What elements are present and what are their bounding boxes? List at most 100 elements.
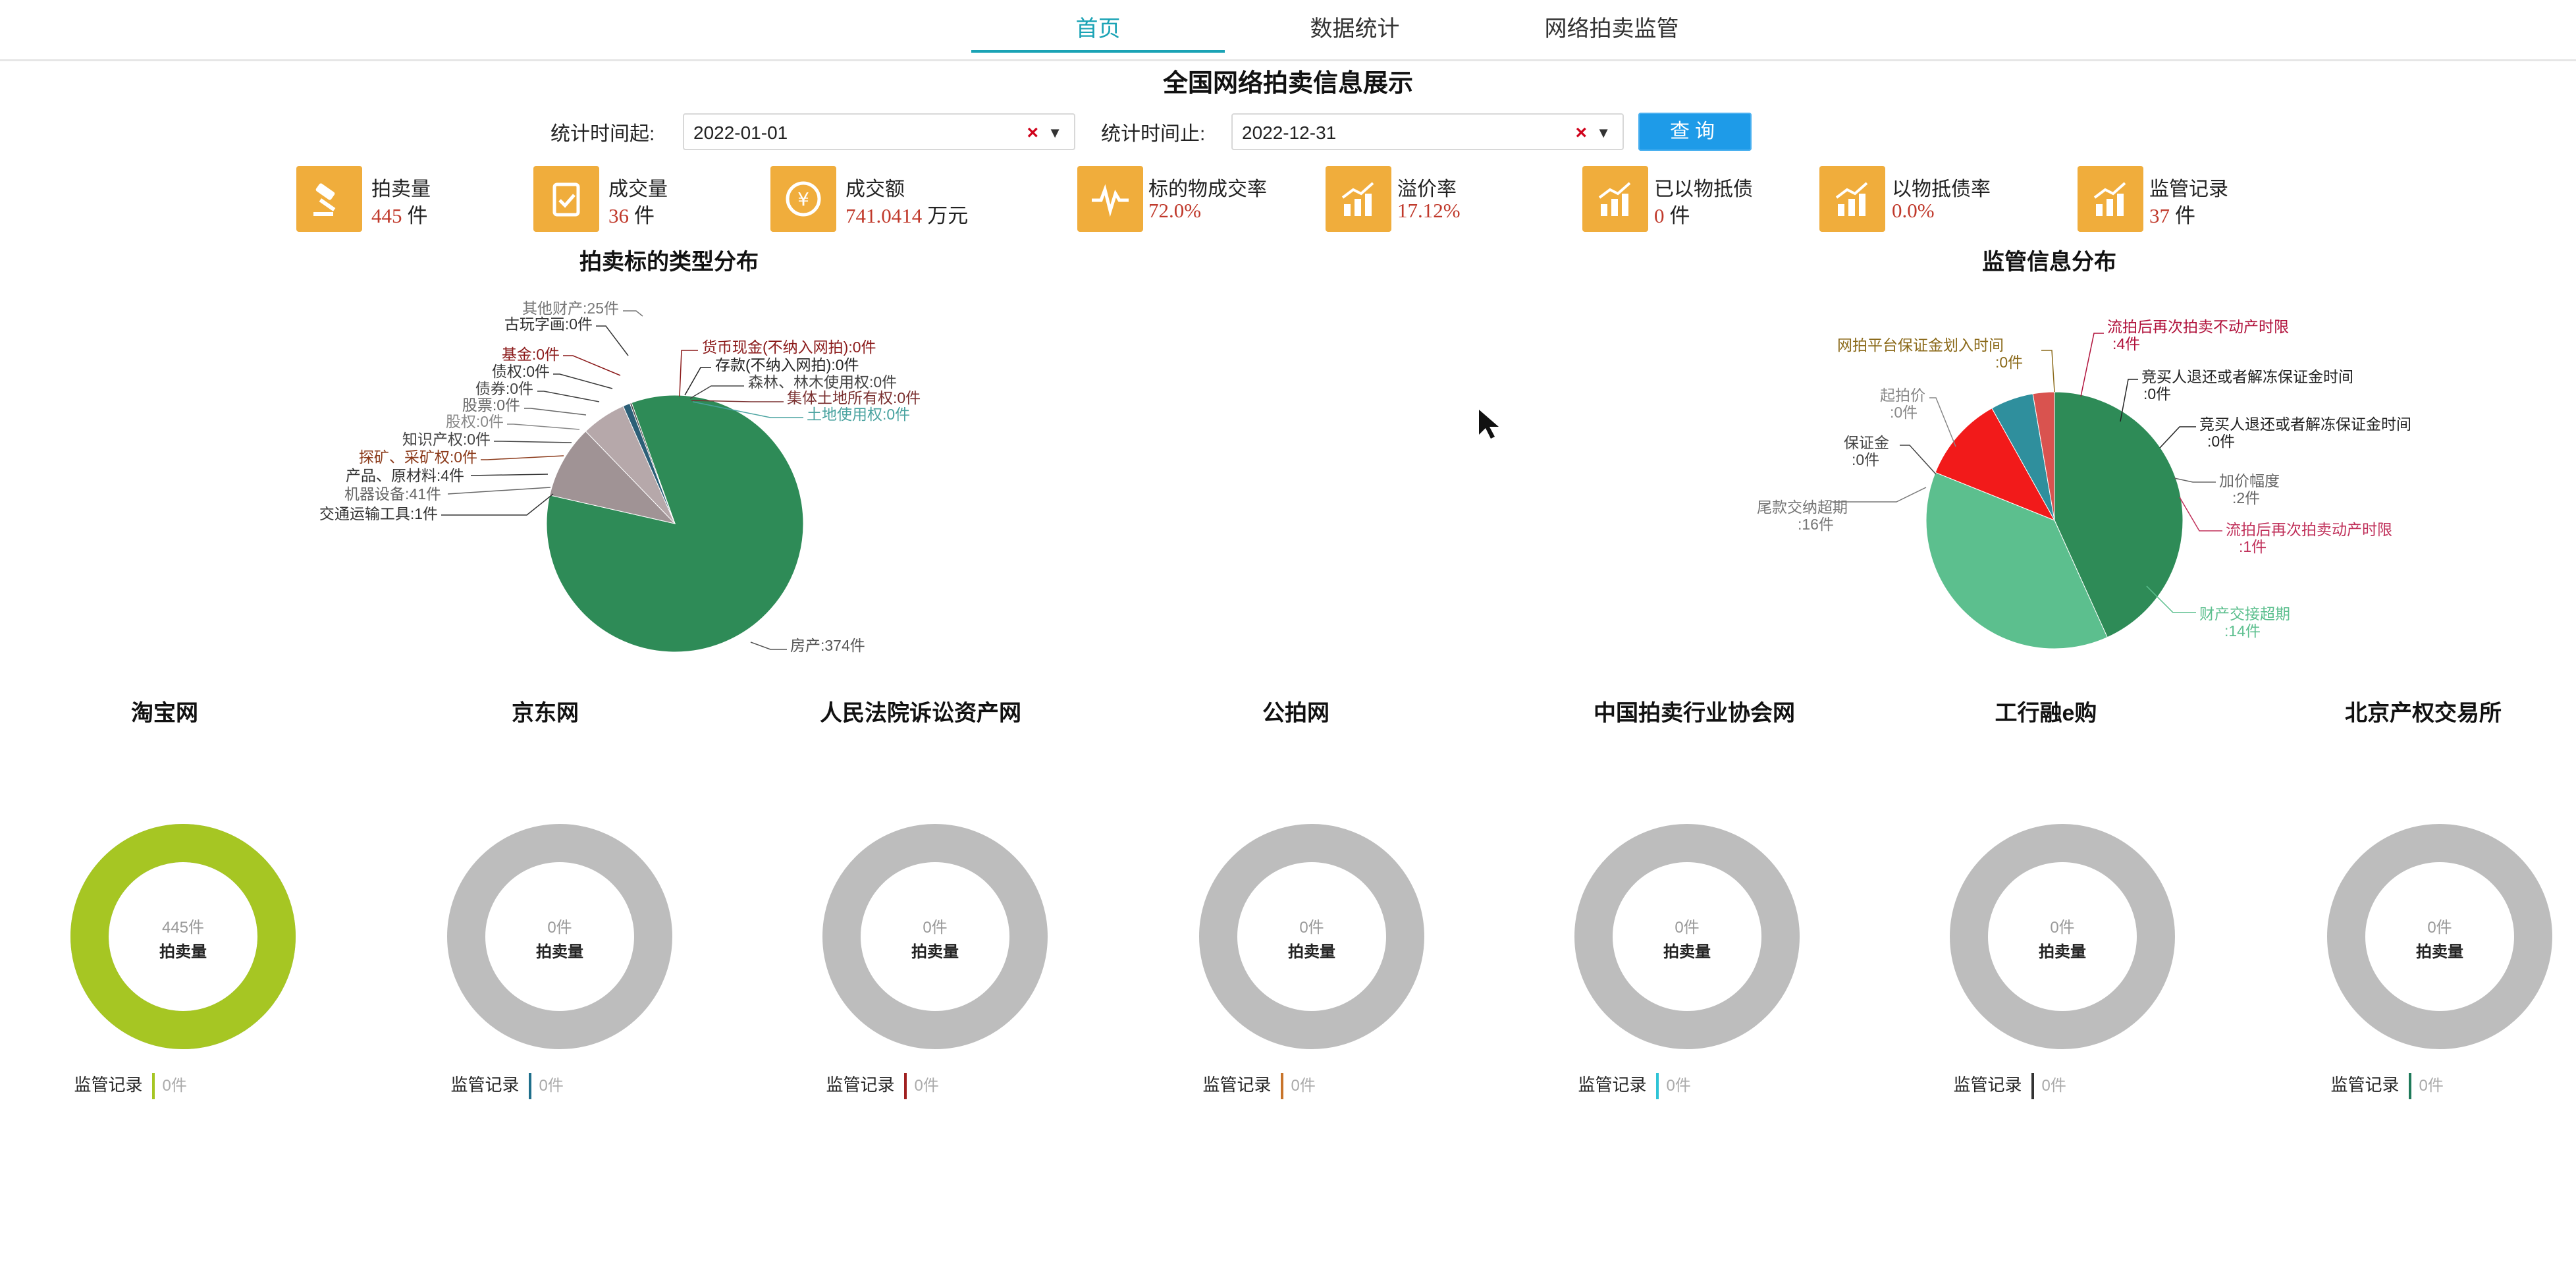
tab-home[interactable]: 首页 bbox=[971, 9, 1225, 49]
auction-type-pie-chart: 房产:374件 机器设备:41件 其他财产:25件产品、原材料:4件交通运输工具:1… bbox=[319, 300, 921, 654]
pie-leader-line bbox=[524, 408, 587, 416]
pie-label: 尾款交纳超期:16件 bbox=[1757, 487, 1927, 533]
pie-label-text: 竞买人退还或者解冻保证金时间:0件 bbox=[2141, 368, 2353, 402]
pie-label-text: 货币现金(不纳入网拍):0件 bbox=[702, 339, 876, 356]
record-bar bbox=[2408, 1073, 2411, 1100]
pie-label-text: 尾款交纳超期:16件 bbox=[1757, 499, 1848, 533]
pie-label: 产品、原材料:4件 bbox=[346, 467, 549, 484]
bar-trend-icon bbox=[1819, 166, 1885, 232]
pie-leader-line bbox=[623, 310, 643, 317]
yuan-coin-icon: ¥ bbox=[770, 166, 836, 232]
ring-count: 0件 bbox=[1675, 919, 1700, 937]
platform-title: 工行融e购 bbox=[1995, 701, 2097, 726]
platform-title: 淘宝网 bbox=[131, 701, 198, 726]
ring-center-label: 0件 拍卖量 bbox=[1621, 914, 1753, 962]
pie-label-text: 房产:374件 bbox=[790, 637, 865, 654]
pie-leader-line bbox=[2080, 333, 2104, 397]
pie-label: 知识产权:0件 bbox=[402, 431, 572, 448]
ring-count: 0件 bbox=[2050, 919, 2075, 937]
supervision-record: 监管记录 0件 bbox=[826, 1072, 939, 1100]
svg-text:¥: ¥ bbox=[797, 188, 809, 210]
tab-auction-supervision[interactable]: 网络拍卖监管 bbox=[1485, 9, 1738, 49]
ring-label: 拍卖量 bbox=[2416, 943, 2463, 961]
ring-label: 拍卖量 bbox=[2039, 943, 2086, 961]
mouse-cursor-icon bbox=[1479, 410, 1499, 439]
clear-icon[interactable]: × bbox=[1027, 115, 1038, 151]
pie-chart-title: 拍卖标的类型分布 bbox=[579, 250, 759, 275]
pie-label: 房产:374件 bbox=[750, 637, 865, 654]
platform-title: 北京产权交易所 bbox=[2345, 701, 2502, 726]
kpi-value: 0.0% bbox=[1892, 199, 1935, 222]
end-date-label: 统计时间止: bbox=[1101, 123, 1206, 145]
pie-leader-line bbox=[2041, 350, 2055, 393]
pie-label: 加价幅度:2件 bbox=[2174, 472, 2280, 506]
supervision-record: 监管记录 0件 bbox=[1203, 1072, 1316, 1100]
ring-center-label: 0件 拍卖量 bbox=[869, 914, 1001, 962]
kpi-label: 溢价率 bbox=[1397, 178, 1457, 200]
pie-leader-line bbox=[470, 474, 549, 476]
pie-leader-line bbox=[537, 391, 600, 402]
record-value: 0件 bbox=[1666, 1077, 1691, 1095]
query-button[interactable]: 查询 bbox=[1638, 113, 1752, 151]
kpi-value: 36 件 bbox=[608, 204, 655, 227]
pie-leader-line bbox=[2159, 426, 2196, 449]
pie-leader-line bbox=[2179, 497, 2222, 532]
record-value: 0件 bbox=[914, 1077, 939, 1095]
ring-center-label: 0件拍卖量 bbox=[2374, 914, 2506, 962]
pie-leader-line bbox=[689, 385, 744, 399]
record-label: 监管记录 bbox=[1578, 1075, 1647, 1095]
end-date-value: 2022-12-31 bbox=[1242, 123, 1337, 143]
pie-label-text: 知识产权:0件 bbox=[402, 431, 491, 448]
supervision-record: 监管记录 0件 bbox=[2331, 1072, 2444, 1100]
pie-label-text: 竞买人退还或者解冻保证金时间:0件 bbox=[2199, 416, 2411, 450]
pie-label: 机器设备:41件 bbox=[344, 485, 551, 503]
start-date-input[interactable]: 2022-01-01 × ▼ bbox=[683, 113, 1075, 150]
pie-label-text: 古玩字画:0件 bbox=[504, 315, 593, 333]
pie-label-text: 集体土地所有权:0件 bbox=[787, 389, 921, 406]
ring-label: 拍卖量 bbox=[159, 943, 207, 961]
pie-label: 网拍平台保证金划入时间:0件 bbox=[1837, 337, 2055, 393]
pie-label: 财产交接超期:14件 bbox=[2146, 586, 2290, 640]
checklist-icon bbox=[533, 166, 599, 232]
platform-title: 公拍网 bbox=[1262, 701, 1329, 726]
ring-count: 445件 bbox=[161, 919, 205, 937]
chevron-down-icon[interactable]: ▼ bbox=[1048, 115, 1062, 151]
start-date-label: 统计时间起: bbox=[550, 123, 655, 145]
pie-label: 其他财产:25件 bbox=[522, 300, 643, 317]
record-bar bbox=[1280, 1073, 1283, 1100]
kpi-label: 成交量 bbox=[608, 178, 668, 200]
ring-count: 0件 bbox=[2427, 919, 2452, 937]
kpi-value: 37 件 bbox=[2149, 204, 2195, 227]
pie-label-text: 流拍后再次拍卖动产时限:1件 bbox=[2226, 521, 2392, 555]
pie-leader-line bbox=[494, 441, 572, 443]
kpi-label: 已以物抵债 bbox=[1654, 178, 1753, 200]
record-value: 0件 bbox=[1291, 1077, 1316, 1095]
pie-leader-line bbox=[447, 487, 551, 495]
record-label: 监管记录 bbox=[826, 1075, 895, 1095]
chevron-down-icon[interactable]: ▼ bbox=[1596, 115, 1611, 151]
pie-leader-line bbox=[596, 325, 629, 356]
pie-label-text: 森林、林木使用权:0件 bbox=[748, 373, 897, 391]
ring-center-label: 445件拍卖量 bbox=[117, 914, 249, 962]
supervision-record: 监管记录 0件 bbox=[451, 1072, 564, 1100]
pie-leader-line bbox=[441, 493, 554, 516]
pie-label-text: 起拍价:0件 bbox=[1880, 387, 1925, 421]
record-bar bbox=[528, 1073, 531, 1100]
pie-label-text: 财产交接超期:14件 bbox=[2199, 605, 2290, 640]
kpi-value: 17.12% bbox=[1397, 199, 1461, 222]
tab-data-statistics[interactable]: 数据统计 bbox=[1228, 9, 1482, 49]
pie-label-text: 债券:0件 bbox=[475, 380, 533, 397]
page-title: 全国网络拍卖信息展示 bbox=[1162, 70, 1413, 97]
record-value: 0件 bbox=[2419, 1077, 2444, 1095]
pie-leader-line bbox=[750, 642, 787, 650]
kpi-label: 标的物成交率 bbox=[1148, 178, 1267, 200]
pie-label-text: 交通运输工具:1件 bbox=[319, 505, 438, 522]
end-date-input[interactable]: 2022-12-31 × ▼ bbox=[1231, 113, 1624, 150]
ring-label: 拍卖量 bbox=[1288, 943, 1335, 961]
clear-icon[interactable]: × bbox=[1575, 115, 1587, 151]
record-label: 监管记录 bbox=[1953, 1075, 2022, 1095]
platform-title: 中国拍卖行业协会网 bbox=[1594, 701, 1795, 726]
pie-label-text: 存款(不纳入网拍):0件 bbox=[715, 356, 859, 373]
record-bar bbox=[2031, 1073, 2034, 1100]
pie-leader-line bbox=[679, 350, 698, 397]
